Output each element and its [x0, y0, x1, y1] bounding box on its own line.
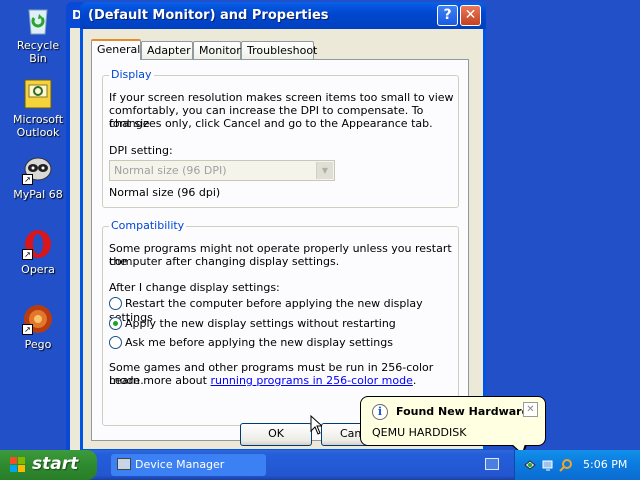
general-tab-panel: Display If your screen resolution makes …: [91, 59, 469, 441]
system-tray: 5:06 PM: [514, 450, 640, 480]
display-text-line: If your screen resolution makes screen i…: [109, 91, 454, 104]
taskbar: start Device Manager 5:06 PM: [0, 450, 640, 480]
compatibility-legend: Compatibility: [109, 219, 187, 232]
dpi-note: Normal size (96 dpi): [109, 186, 221, 199]
close-button[interactable]: ✕: [460, 5, 481, 26]
desktop-icon-recycle-bin[interactable]: Recycle Bin: [8, 4, 68, 65]
dialog-title: (Default Monitor) and Properties: [88, 8, 329, 23]
desktop-icon-label: Recycle Bin: [16, 39, 60, 65]
hardware-tray-icon[interactable]: [523, 458, 537, 472]
balloon-title: Found New Hardware: [396, 405, 530, 418]
clock[interactable]: 5:06 PM: [583, 458, 627, 471]
radio-ask-me[interactable]: Ask me before applying the new display s…: [109, 336, 393, 352]
compatibility-text-line: computer after changing display settings…: [109, 255, 340, 268]
dpi-setting-select[interactable]: Normal size (96 DPI) ▼: [109, 160, 335, 181]
info-icon: i: [372, 404, 388, 420]
windows-flag-icon: [10, 457, 27, 473]
help-button[interactable]: ?: [437, 5, 458, 26]
shortcut-arrow-icon: ↗: [22, 249, 33, 260]
dpi-setting-value: Normal size (96 DPI): [114, 164, 227, 177]
desktop-icon-label: Pego: [24, 338, 52, 351]
network-tray-icon[interactable]: [541, 458, 555, 472]
dialog-body: General Adapter Monitor Troubleshoot Dis…: [83, 29, 483, 449]
recycle-bin-icon: [22, 4, 54, 36]
radio-button[interactable]: [109, 336, 122, 349]
outlook-icon: [22, 78, 54, 110]
after-change-label: After I change display settings:: [109, 281, 280, 294]
chevron-down-icon: ▼: [316, 162, 333, 179]
desktop-icon-label: Opera: [21, 263, 55, 276]
display-text-line: font sizes only, click Cancel and go to …: [109, 117, 433, 130]
keyboard-language-icon[interactable]: [485, 458, 499, 470]
search-tray-icon[interactable]: [559, 458, 573, 472]
256-color-help-link[interactable]: running programs in 256-color mode: [210, 374, 412, 387]
radio-apply-without-restart[interactable]: Apply the new display settings without r…: [109, 317, 396, 333]
compatibility-footer-link-line: Learn more about running programs in 256…: [109, 374, 416, 387]
shortcut-arrow-icon: ↗: [22, 174, 33, 185]
tab-troubleshoot[interactable]: Troubleshoot: [241, 41, 317, 59]
desktop-icon-outlook[interactable]: Microsoft Outlook: [8, 78, 68, 139]
start-label: start: [32, 454, 79, 474]
balloon-close-button[interactable]: ✕: [523, 402, 538, 417]
taskbar-item-label: Device Manager: [135, 458, 225, 471]
dpi-setting-label: DPI setting:: [109, 144, 173, 157]
tab-monitor[interactable]: Monitor: [193, 41, 241, 59]
opera-icon: ↗: [22, 228, 54, 260]
tab-adapter[interactable]: Adapter: [141, 41, 193, 59]
desktop-icon-label: Microsoft Outlook: [12, 113, 64, 139]
display-legend: Display: [109, 68, 154, 81]
radio-restart[interactable]: Restart the computer before applying the…: [109, 297, 458, 324]
shortcut-arrow-icon: ↗: [22, 324, 33, 335]
taskbar-item-device-manager[interactable]: Device Manager: [111, 454, 266, 476]
pego-icon: ↗: [22, 303, 54, 335]
display-group: Display If your screen resolution makes …: [102, 68, 459, 208]
footer-prefix: Learn more about: [109, 374, 211, 387]
dialog-titlebar[interactable]: (Default Monitor) and Properties ? ✕: [80, 2, 486, 29]
ok-button[interactable]: OK: [240, 423, 312, 446]
desktop-icon-mypal[interactable]: ↗ MyPal 68: [8, 153, 68, 201]
start-button[interactable]: start: [0, 450, 97, 480]
radio-button[interactable]: [109, 297, 122, 310]
desktop-icon-opera[interactable]: ↗ Opera: [8, 228, 68, 276]
radio-button[interactable]: [109, 317, 122, 330]
footer-suffix: .: [412, 374, 417, 387]
tab-general[interactable]: General: [91, 39, 141, 60]
mypal-icon: ↗: [22, 153, 54, 185]
monitor-properties-dialog: (Default Monitor) and Properties ? ✕ Gen…: [80, 2, 486, 452]
desktop-icon-pego[interactable]: ↗ Pego: [8, 303, 68, 351]
found-new-hardware-balloon[interactable]: i Found New Hardware ✕ QEMU HARDDISK: [360, 396, 546, 446]
radio-label: Apply the new display settings without r…: [125, 317, 396, 330]
radio-label: Ask me before applying the new display s…: [125, 336, 393, 349]
device-manager-icon: [117, 458, 131, 470]
desktop-icon-label: MyPal 68: [13, 188, 63, 201]
balloon-message: QEMU HARDDISK: [372, 426, 467, 439]
mouse-cursor-icon: [310, 415, 322, 435]
